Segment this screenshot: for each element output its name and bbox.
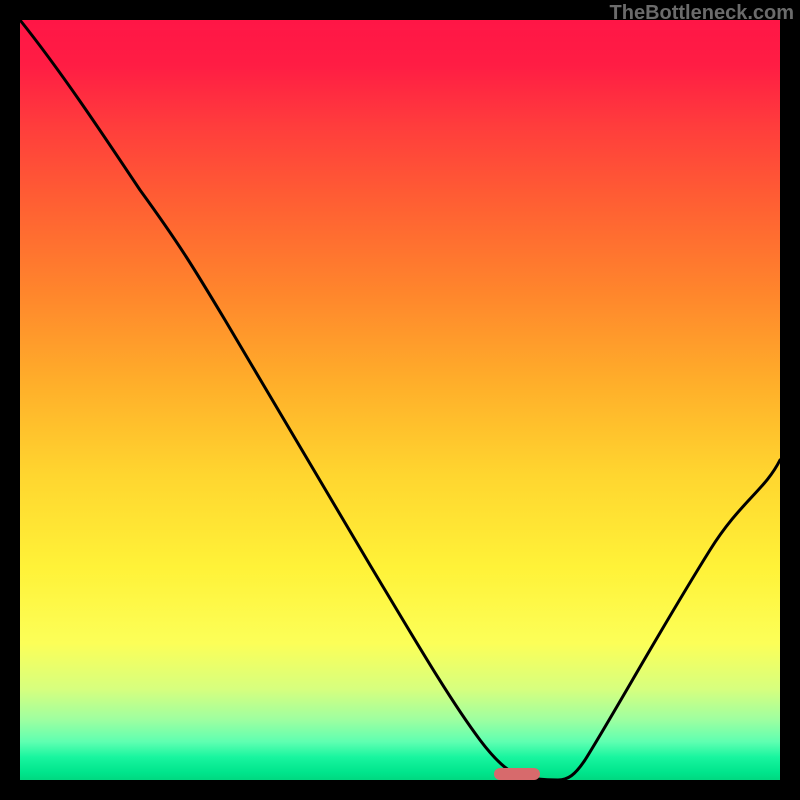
optimum-marker bbox=[494, 768, 540, 780]
bottleneck-curve-path bbox=[20, 20, 780, 780]
chart-stage: TheBottleneck.com bbox=[0, 0, 800, 800]
bottleneck-curve bbox=[20, 20, 780, 780]
gradient-plot-area bbox=[20, 20, 780, 780]
